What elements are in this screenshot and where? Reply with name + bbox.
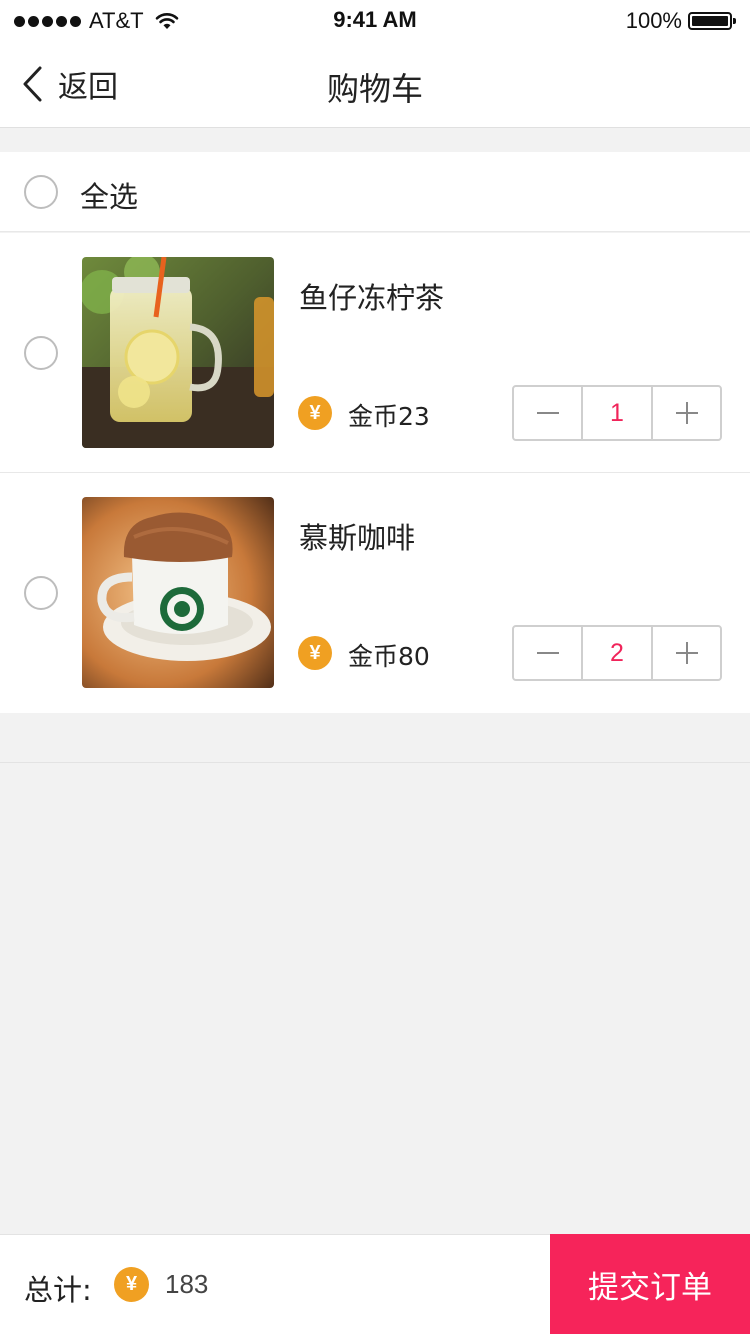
back-button[interactable]: 返回: [20, 64, 118, 105]
minus-icon: [536, 412, 559, 414]
coin-icon: ¥: [114, 1267, 149, 1302]
minus-icon: [536, 652, 559, 654]
select-all-checkbox[interactable]: [24, 175, 58, 209]
cart-item: 慕斯咖啡 ¥ 金币80 2: [0, 473, 750, 713]
item-select-checkbox[interactable]: [24, 576, 58, 610]
status-right: 100%: [626, 8, 736, 34]
increment-button[interactable]: [653, 627, 720, 679]
item-price: 金币80: [348, 642, 430, 671]
quantity-stepper: 2: [512, 625, 722, 681]
quantity-stepper: 1: [512, 385, 722, 441]
decrement-button[interactable]: [514, 627, 581, 679]
item-image[interactable]: [82, 497, 274, 688]
item-name: 慕斯咖啡: [299, 521, 416, 555]
battery-icon: [688, 11, 736, 31]
item-name: 鱼仔冻柠茶: [299, 281, 445, 315]
chevron-left-icon: [23, 66, 42, 102]
item-price: 金币23: [348, 402, 430, 431]
select-all-row[interactable]: 全选: [0, 152, 750, 232]
cart-list: 鱼仔冻柠茶 ¥ 金币23 1 慕斯咖啡 ¥ 金币80 2: [0, 233, 750, 713]
mousse-coffee-photo: [82, 497, 274, 688]
total-label: 总计:: [24, 1273, 92, 1307]
item-select-checkbox[interactable]: [24, 336, 58, 370]
status-bar: AT&T 9:41 AM 100%: [0, 0, 750, 40]
submit-order-button[interactable]: 提交订单: [550, 1234, 750, 1334]
divider: [0, 762, 750, 763]
coin-icon: ¥: [298, 636, 332, 670]
quantity-value[interactable]: 1: [581, 387, 653, 439]
back-label: 返回: [58, 70, 118, 105]
decrement-button[interactable]: [514, 387, 581, 439]
battery-percent: 100%: [625, 8, 682, 33]
cart-item: 鱼仔冻柠茶 ¥ 金币23 1: [0, 233, 750, 473]
item-image[interactable]: [82, 257, 274, 448]
quantity-value[interactable]: 2: [581, 627, 653, 679]
nav-bar: 购物车 返回: [0, 40, 750, 128]
coin-icon: ¥: [298, 396, 332, 430]
select-all-label: 全选: [80, 180, 139, 214]
checkout-bar: 总计: ¥ 183 提交订单: [0, 1234, 750, 1334]
increment-button[interactable]: [653, 387, 720, 439]
plus-icon: [675, 642, 698, 664]
iced-lemon-tea-photo: [82, 257, 274, 448]
plus-icon: [675, 402, 698, 424]
total-value: 183: [165, 1269, 209, 1299]
